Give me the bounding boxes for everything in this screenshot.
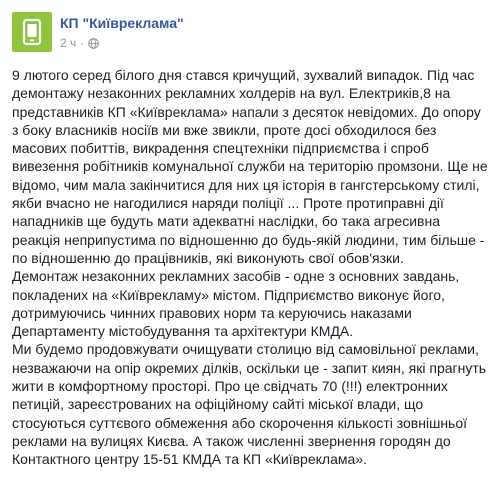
post-paragraph: Ми будемо продовжувати очищувати столицю… — [12, 341, 487, 468]
post-body: 9 лютого серед білого дня стався кричущи… — [12, 66, 490, 469]
page-author-link[interactable]: КП "Київреклама" — [60, 15, 184, 31]
phone-logo-icon — [22, 18, 42, 46]
meta-separator: · — [80, 36, 85, 50]
post-meta: 2 ч · — [60, 36, 100, 50]
post-timestamp[interactable]: 2 ч — [60, 36, 76, 50]
post-paragraph: Демонтаж незаконних рекламних засобів - … — [12, 268, 460, 340]
post-header: КП "Київреклама" 2 ч · — [12, 12, 492, 56]
globe-icon[interactable] — [88, 37, 100, 49]
avatar[interactable] — [12, 12, 52, 52]
post-paragraph: 9 лютого серед білого дня стався кричущи… — [12, 67, 488, 266]
